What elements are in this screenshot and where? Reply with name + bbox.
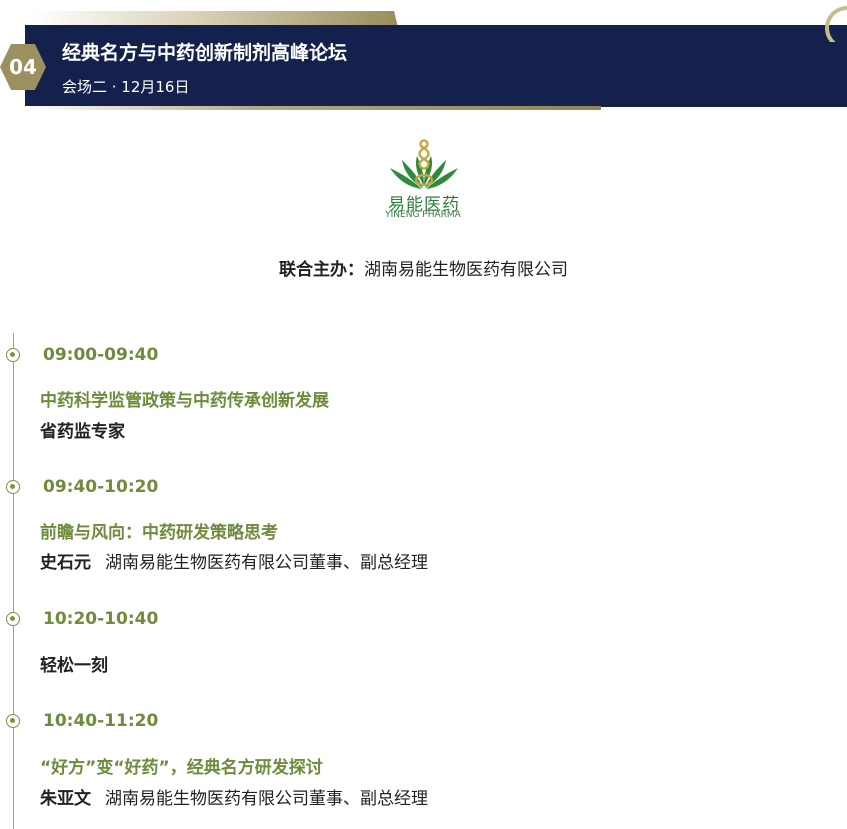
speaker-title: 湖南易能生物医药有限公司董事、副总经理 xyxy=(105,553,428,573)
schedule-speaker: 史石元 湖南易能生物医药有限公司董事、副总经理 xyxy=(40,548,428,573)
schedule-speaker: 朱亚文 湖南易能生物医药有限公司董事、副总经理 xyxy=(40,784,428,809)
speaker-name: 省药监专家 xyxy=(40,422,125,442)
schedule-time: 09:00-09:40 xyxy=(43,345,159,365)
organizer-label: 联合主办： xyxy=(279,260,364,280)
schedule-speaker: 轻松一刻 xyxy=(40,651,122,676)
organizer-line: 联合主办：湖南易能生物医药有限公司 xyxy=(0,255,847,280)
decorative-arc-icon xyxy=(825,6,847,42)
schedule-time: 09:40-10:20 xyxy=(43,477,159,497)
timeline-dot-icon xyxy=(6,714,20,728)
speaker-title: 湖南易能生物医药有限公司董事、副总经理 xyxy=(105,789,428,809)
timeline-dot-icon xyxy=(6,348,20,362)
schedule-time: 10:40-11:20 xyxy=(43,711,159,731)
session-subtitle: 会场二 · 12月16日 xyxy=(62,78,190,96)
schedule-topic: 前瞻与风向：中药研发策略思考 xyxy=(40,523,278,543)
timeline-line xyxy=(13,333,14,829)
timeline-dot-icon xyxy=(6,612,20,626)
schedule-topic: “好方”变“好药”，经典名方研发探讨 xyxy=(40,758,323,778)
speaker-name: 轻松一刻 xyxy=(40,656,108,676)
header-bottom-strip xyxy=(25,106,601,110)
speaker-name: 史石元 xyxy=(40,553,91,573)
speaker-name: 朱亚文 xyxy=(40,789,91,809)
timeline-dot-icon xyxy=(6,480,20,494)
schedule-speaker: 省药监专家 xyxy=(40,417,139,442)
logo-name-en: YINENG PHARMA xyxy=(385,210,461,220)
schedule-time: 10:20-10:40 xyxy=(43,609,159,629)
organizer-value: 湖南易能生物医药有限公司 xyxy=(364,260,568,280)
page-title: 经典名方与中药创新制剂高峰论坛 xyxy=(62,42,348,64)
schedule-topic: 中药科学监管政策与中药传承创新发展 xyxy=(40,391,329,411)
